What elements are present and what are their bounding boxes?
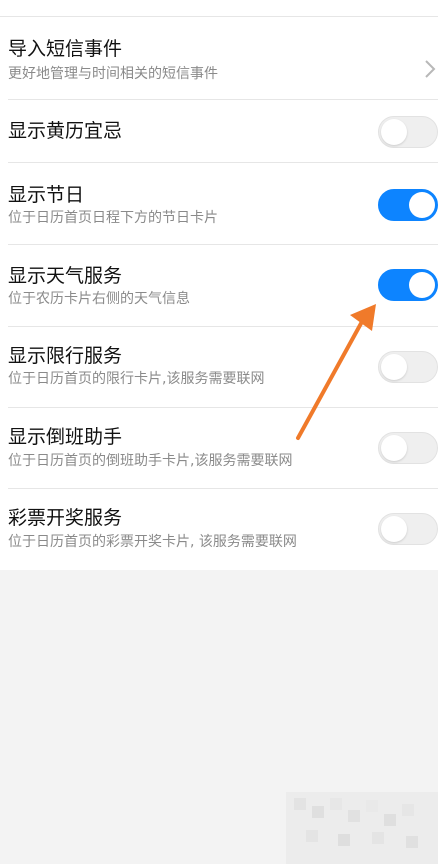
setting-subtitle: 更好地管理与时间相关的短信事件 [8,66,218,82]
holidays-toggle[interactable] [378,189,438,221]
weather-toggle[interactable] [378,269,438,301]
setting-title: 显示节日 [8,184,85,206]
pixelated-watermark-icon [286,792,438,864]
setting-title: 显示黄历宜忌 [8,120,123,142]
chevron-right-icon [425,60,436,78]
setting-subtitle: 位于日历首页的倒班助手卡片,该服务需要联网 [8,453,293,469]
setting-title: 显示限行服务 [8,345,123,367]
toggle-knob [381,516,407,542]
setting-show-holidays: 显示节日 位于日历首页日程下方的节日卡片 [0,163,438,245]
traffic-restriction-toggle[interactable] [378,351,438,383]
setting-subtitle: 位于农历卡片右侧的天气信息 [8,291,190,307]
setting-import-sms-events[interactable]: 导入短信事件 更好地管理与时间相关的短信事件 [0,17,438,100]
setting-subtitle: 位于日历首页日程下方的节日卡片 [8,210,218,226]
toggle-knob [409,272,435,298]
setting-lottery-service: 彩票开奖服务 位于日历首页的彩票开奖卡片, 该服务需要联网 [0,489,438,570]
setting-title: 显示天气服务 [8,265,123,287]
setting-subtitle: 位于日历首页的限行卡片,该服务需要联网 [8,371,265,387]
toggle-knob [381,354,407,380]
setting-show-almanac: 显示黄历宜忌 [0,100,438,163]
shift-helper-toggle[interactable] [378,432,438,464]
setting-subtitle: 位于日历首页的彩票开奖卡片, 该服务需要联网 [8,534,297,550]
toggle-knob [381,435,407,461]
toggle-knob [409,192,435,218]
setting-title: 显示倒班助手 [8,426,123,448]
lottery-service-toggle[interactable] [378,513,438,545]
setting-title: 彩票开奖服务 [8,507,123,529]
toggle-knob [381,119,407,145]
setting-title: 导入短信事件 [8,38,123,60]
almanac-toggle[interactable] [378,116,438,148]
settings-list: 导入短信事件 更好地管理与时间相关的短信事件 显示黄历宜忌 显示节日 位于日历首… [0,0,438,570]
setting-show-shift-helper: 显示倒班助手 位于日历首页的倒班助手卡片,该服务需要联网 [0,408,438,489]
calendar-settings-screen: 导入短信事件 更好地管理与时间相关的短信事件 显示黄历宜忌 显示节日 位于日历首… [0,0,438,864]
setting-show-traffic-restriction: 显示限行服务 位于日历首页的限行卡片,该服务需要联网 [0,327,438,408]
setting-show-weather: 显示天气服务 位于农历卡片右侧的天气信息 [0,245,438,327]
